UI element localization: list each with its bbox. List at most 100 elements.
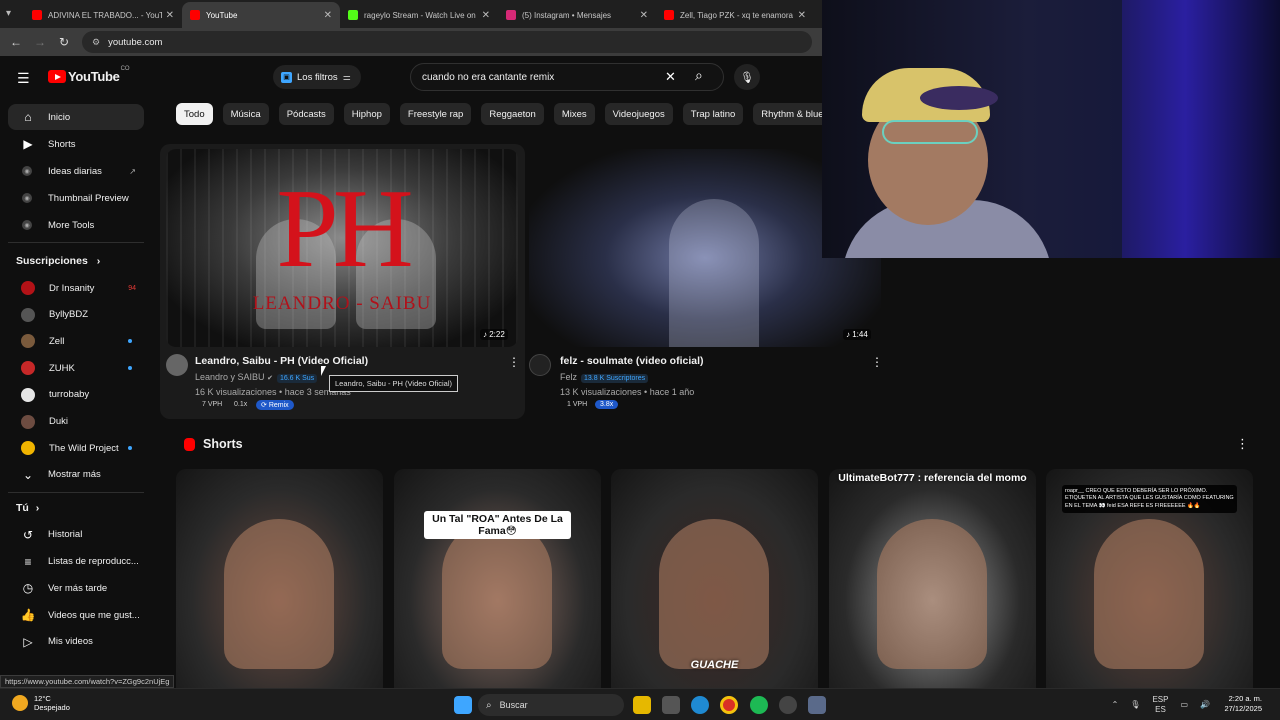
volume-icon[interactable]: 🔊 — [1200, 700, 1210, 709]
tab-close-icon[interactable]: ✕ — [482, 10, 490, 21]
sidebar-item-extension[interactable]: ◉ More Tools — [8, 212, 144, 238]
short-thumbnail[interactable]: GUACHE — [611, 469, 818, 688]
sidebar-subscription[interactable]: Dr Insanity 94 — [8, 275, 144, 301]
filter-chip[interactable]: Pódcasts — [278, 103, 334, 125]
sidebar-item-label: More Tools — [48, 219, 95, 231]
short-person — [224, 519, 334, 669]
address-bar[interactable]: ⚙ youtube.com — [82, 31, 812, 53]
filter-chip[interactable]: Videojuegos — [604, 103, 673, 125]
browser-tab[interactable]: (5) Instagram • Mensajes ✕ — [498, 2, 656, 28]
clear-search-icon[interactable]: ✕ — [665, 69, 676, 85]
sidebar-subscription[interactable]: turrobaby — [8, 382, 144, 408]
video-title[interactable]: felz - soulmate (video oficial) — [560, 355, 704, 367]
forward-icon[interactable]: → — [28, 35, 52, 49]
filter-chip[interactable]: Música — [222, 103, 269, 125]
filter-chip[interactable]: Hiphop — [343, 103, 390, 125]
tab-close-icon[interactable]: ✕ — [324, 10, 332, 21]
sidebar-item-you[interactable]: ▷ Mis videos — [8, 629, 144, 655]
taskbar-search[interactable]: ⌕ Buscar — [478, 694, 624, 716]
obs-icon[interactable] — [779, 696, 797, 714]
edge-icon[interactable] — [691, 696, 709, 714]
tab-search-icon[interactable]: ▾ — [6, 8, 11, 19]
new-content-dot — [128, 446, 132, 451]
sidebar-item-label: ByllyBDZ — [49, 309, 89, 321]
weather-widget[interactable]: 12°C Despejado — [12, 694, 70, 713]
webcam-background — [1122, 0, 1280, 258]
language-indicator[interactable]: ESP ES — [1152, 695, 1168, 714]
subscriptions-title: Suscripciones — [16, 255, 88, 267]
video-thumbnail[interactable]: PH LEANDRO - SAIBU — [166, 149, 518, 347]
store-icon[interactable] — [662, 696, 680, 714]
you-header[interactable]: Tú › — [16, 502, 39, 514]
video-channel[interactable]: Leandro y SAIBU ✔ 16.6 K Sus — [195, 372, 318, 383]
sidebar-item-extension[interactable]: ◉ Ideas diarias ↗ — [8, 158, 144, 184]
browser-tab[interactable]: Zell, Tiago PZK - xq te enamora ✕ — [656, 2, 814, 28]
remix-tag: ⟳ Remix — [256, 400, 294, 410]
tab-close-icon[interactable]: ✕ — [166, 10, 174, 21]
channel-avatar[interactable] — [529, 354, 551, 376]
sidebar-subscription[interactable]: Zell — [8, 328, 144, 354]
sidebar-subscription[interactable]: ByllyBDZ — [8, 302, 144, 328]
search-input[interactable] — [422, 71, 652, 83]
sidebar-subscription[interactable]: The Wild Project — [8, 435, 144, 461]
filter-chip[interactable]: Freestyle rap — [399, 103, 472, 125]
browser-tab[interactable]: rageylo Stream - Watch Live on ✕ — [340, 2, 498, 28]
tray-mic-icon[interactable]: 🎙 — [1130, 700, 1140, 709]
tab-title: (5) Instagram • Mensajes — [522, 10, 612, 20]
sidebar-item-inicio[interactable]: ⌂ Inicio — [8, 104, 144, 130]
tray-chevron-icon[interactable]: ⌃ — [1112, 700, 1119, 709]
site-info-icon[interactable]: ⚙ — [92, 37, 100, 48]
sidebar-item-you[interactable]: ↺ Historial — [8, 522, 144, 548]
search-icon[interactable]: ⌕ — [695, 67, 703, 84]
video-channel[interactable]: Felz 13.8 K Suscriptores — [560, 372, 649, 383]
short-thumbnail[interactable]: Un Tal "ROA" Antes De La Fama😳 — [394, 469, 601, 688]
menu-icon[interactable]: ☰ — [17, 70, 30, 87]
filter-chip[interactable]: Todo — [176, 103, 213, 125]
video-title[interactable]: Leandro, Saibu - PH (Video Oficial) — [195, 355, 368, 367]
sidebar-icon: ◷ — [22, 581, 34, 596]
subscriptions-header[interactable]: Suscripciones › — [16, 255, 100, 267]
new-content-dot — [128, 366, 132, 371]
settings-icon[interactable] — [808, 696, 826, 714]
tab-close-icon[interactable]: ✕ — [798, 10, 806, 21]
back-icon[interactable]: ← — [4, 35, 28, 49]
channel-avatar[interactable] — [166, 354, 188, 376]
youtube-logo[interactable]: YouTube CO — [48, 66, 130, 84]
windows-start-icon[interactable] — [454, 696, 472, 714]
tab-close-icon[interactable]: ✕ — [640, 10, 648, 21]
more-options-icon[interactable]: ⋮ — [871, 355, 883, 369]
reload-icon[interactable]: ↻ — [52, 35, 76, 49]
filter-chip[interactable]: Mixes — [553, 103, 595, 125]
spotify-icon[interactable] — [750, 696, 768, 714]
sidebar-item-you[interactable]: ≡ Listas de reproducc... — [8, 549, 144, 575]
filter-chip[interactable]: Reggaeton — [481, 103, 544, 125]
show-more-button[interactable]: ⌄ Mostrar más — [8, 462, 144, 488]
browser-tab[interactable]: ADIVINA EL TRABADO... - YouTube ✕ — [24, 2, 182, 28]
clock[interactable]: 2:20 a. m. 27/12/2025 — [1224, 694, 1262, 714]
thumbnail-figure — [669, 199, 759, 347]
video-duration: ♪ 1:44 — [843, 329, 871, 340]
more-options-icon[interactable]: ⋮ — [508, 355, 520, 369]
tab-favicon-icon — [506, 10, 516, 20]
shorts-more-icon[interactable]: ⋮ — [1236, 436, 1249, 452]
filter-chip[interactable]: Trap latino — [682, 103, 744, 125]
shorts-icon: ▶ — [23, 137, 33, 151]
short-thumbnail[interactable] — [176, 469, 383, 688]
extension-icon: ◉ — [22, 166, 32, 176]
sidebar-item-extension[interactable]: ◉ Thumbnail Preview — [8, 185, 144, 211]
sidebar-subscription[interactable]: ZUHK — [8, 355, 144, 381]
sidebar-item-you[interactable]: 👍 Videos que me gust... — [8, 602, 144, 628]
sidebar-item-you[interactable]: ◷ Ver más tarde — [8, 575, 144, 601]
file-explorer-icon[interactable] — [633, 696, 651, 714]
mic-icon[interactable]: 🎙 — [734, 64, 760, 90]
tab-title: rageylo Stream - Watch Live on — [364, 10, 476, 20]
sidebar-divider — [8, 242, 144, 243]
filters-button[interactable]: ▣ Los filtros ⚌ — [273, 65, 361, 89]
sidebar-subscription[interactable]: Duki — [8, 409, 144, 435]
short-thumbnail[interactable]: roapr__ CREO QUE ESTO DEBERÍA SER LO PRÓ… — [1046, 469, 1253, 688]
network-icon[interactable]: ▭ — [1180, 700, 1188, 709]
sidebar-item-shorts[interactable]: ▶ Shorts — [8, 131, 144, 157]
chrome-icon[interactable] — [720, 696, 738, 714]
browser-tab[interactable]: YouTube ✕ — [182, 2, 340, 28]
short-thumbnail[interactable]: UltimateBot777 : referencia del momo — [829, 469, 1036, 688]
